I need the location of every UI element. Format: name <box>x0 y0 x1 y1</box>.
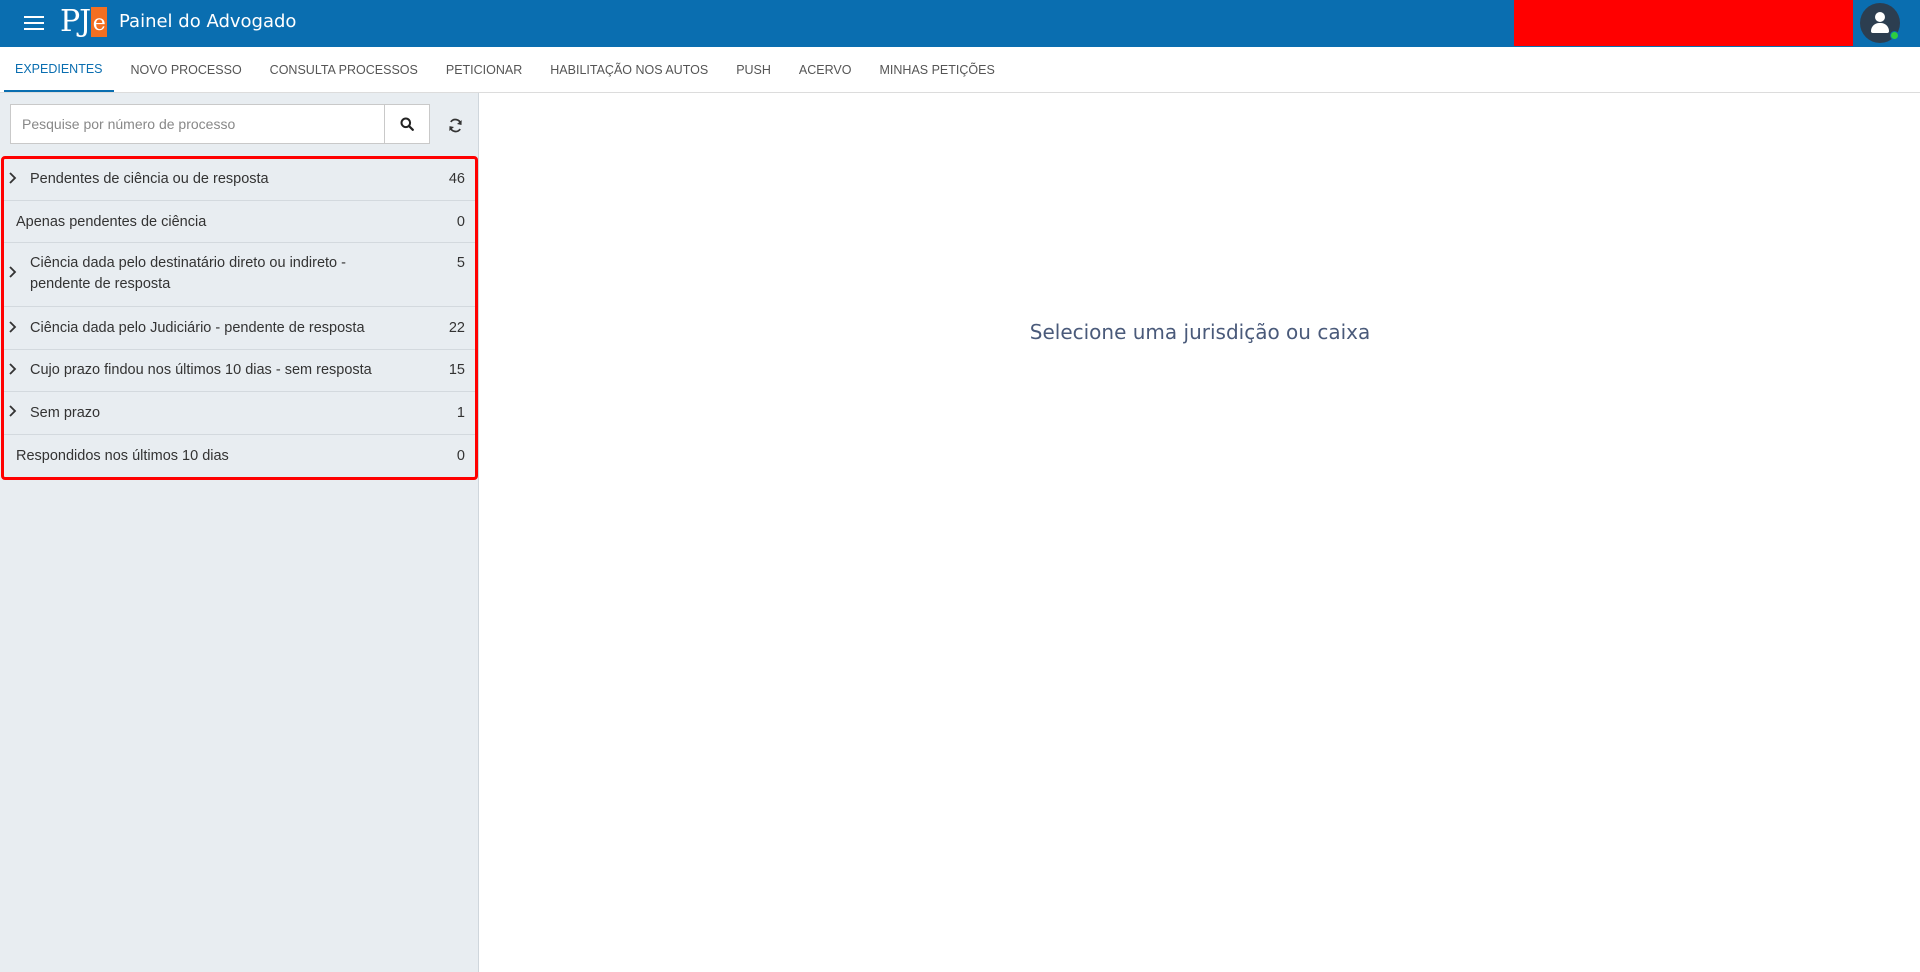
list-item-count: 15 <box>448 362 465 378</box>
expedientes-sidebar: Pendentes de ciência ou de resposta 46 A… <box>0 93 479 972</box>
chevron-right-icon[interactable] <box>8 363 18 375</box>
page-title: Painel do Advogado <box>119 11 297 32</box>
list-item-label: Sem prazo <box>30 405 101 421</box>
tab-push[interactable]: PUSH <box>725 47 782 92</box>
list-item-count: 0 <box>456 448 465 464</box>
list-item-label: Pendentes de ciência ou de resposta <box>30 171 269 187</box>
list-item-label: Ciência dada pelo Judiciário - pendente … <box>30 320 365 336</box>
menu-icon[interactable] <box>22 12 46 34</box>
list-item[interactable]: Cujo prazo findou nos últimos 10 dias - … <box>4 350 475 392</box>
redacted-user-info <box>1514 0 1853 46</box>
list-item-count: 0 <box>456 214 465 230</box>
search-button[interactable] <box>384 104 430 144</box>
avatar-body <box>1871 23 1889 33</box>
tab-novo-processo[interactable]: NOVO PROCESSO <box>120 47 253 92</box>
tab-acervo[interactable]: ACERVO <box>788 47 863 92</box>
list-item[interactable]: Ciência dada pelo Judiciário - pendente … <box>4 307 475 350</box>
chevron-right-icon[interactable] <box>8 266 18 278</box>
user-avatar-icon[interactable] <box>1860 3 1900 43</box>
tab-peticionar[interactable]: PETICIONAR <box>435 47 533 92</box>
list-item[interactable]: Sem prazo 1 <box>4 392 475 435</box>
refresh-button[interactable] <box>440 114 470 136</box>
logo-e: e <box>91 7 108 37</box>
list-item-label: Cujo prazo findou nos últimos 10 dias - … <box>30 362 372 378</box>
tab-minhas-peticoes[interactable]: MINHAS PETIÇÕES <box>869 47 1006 92</box>
main-content: Selecione uma jurisdição ou caixa <box>480 94 1920 972</box>
list-item-count: 5 <box>456 255 465 271</box>
online-status-icon <box>1890 31 1899 40</box>
list-item[interactable]: Respondidos nos últimos 10 dias 0 <box>4 435 475 477</box>
chevron-right-icon[interactable] <box>8 405 18 417</box>
search-input[interactable] <box>10 104 384 144</box>
tab-consulta-processos[interactable]: CONSULTA PROCESSOS <box>259 47 429 92</box>
top-header: PJ e Painel do Advogado <box>0 0 1920 47</box>
refresh-icon <box>448 118 462 132</box>
search-bar <box>10 104 430 144</box>
list-item-count: 22 <box>448 320 465 336</box>
list-item-count: 1 <box>456 405 465 421</box>
main-tabs: EXPEDIENTES NOVO PROCESSO CONSULTA PROCE… <box>0 47 1920 93</box>
list-item[interactable]: Apenas pendentes de ciência 0 <box>4 201 475 243</box>
chevron-right-icon[interactable] <box>8 321 18 333</box>
list-item[interactable]: Pendentes de ciência ou de resposta 46 <box>4 159 475 201</box>
chevron-right-icon[interactable] <box>8 172 18 184</box>
expedientes-list: Pendentes de ciência ou de resposta 46 A… <box>1 156 478 480</box>
tab-habilitacao-nos-autos[interactable]: HABILITAÇÃO NOS AUTOS <box>539 47 719 92</box>
empty-state-message: Selecione uma jurisdição ou caixa <box>1029 320 1371 344</box>
list-item[interactable]: Ciência dada pelo destinatário direto ou… <box>4 243 475 307</box>
logo-text: PJ <box>60 4 91 39</box>
pje-logo[interactable]: PJ e <box>60 4 108 40</box>
list-item-label: Ciência dada pelo destinatário direto ou… <box>30 255 346 292</box>
list-item-label: Apenas pendentes de ciência <box>16 214 207 230</box>
search-icon <box>400 117 414 131</box>
tab-expedientes[interactable]: EXPEDIENTES <box>4 47 114 92</box>
list-item-label: Respondidos nos últimos 10 dias <box>16 448 229 464</box>
avatar-head <box>1875 12 1885 22</box>
list-item-count: 46 <box>448 171 465 187</box>
